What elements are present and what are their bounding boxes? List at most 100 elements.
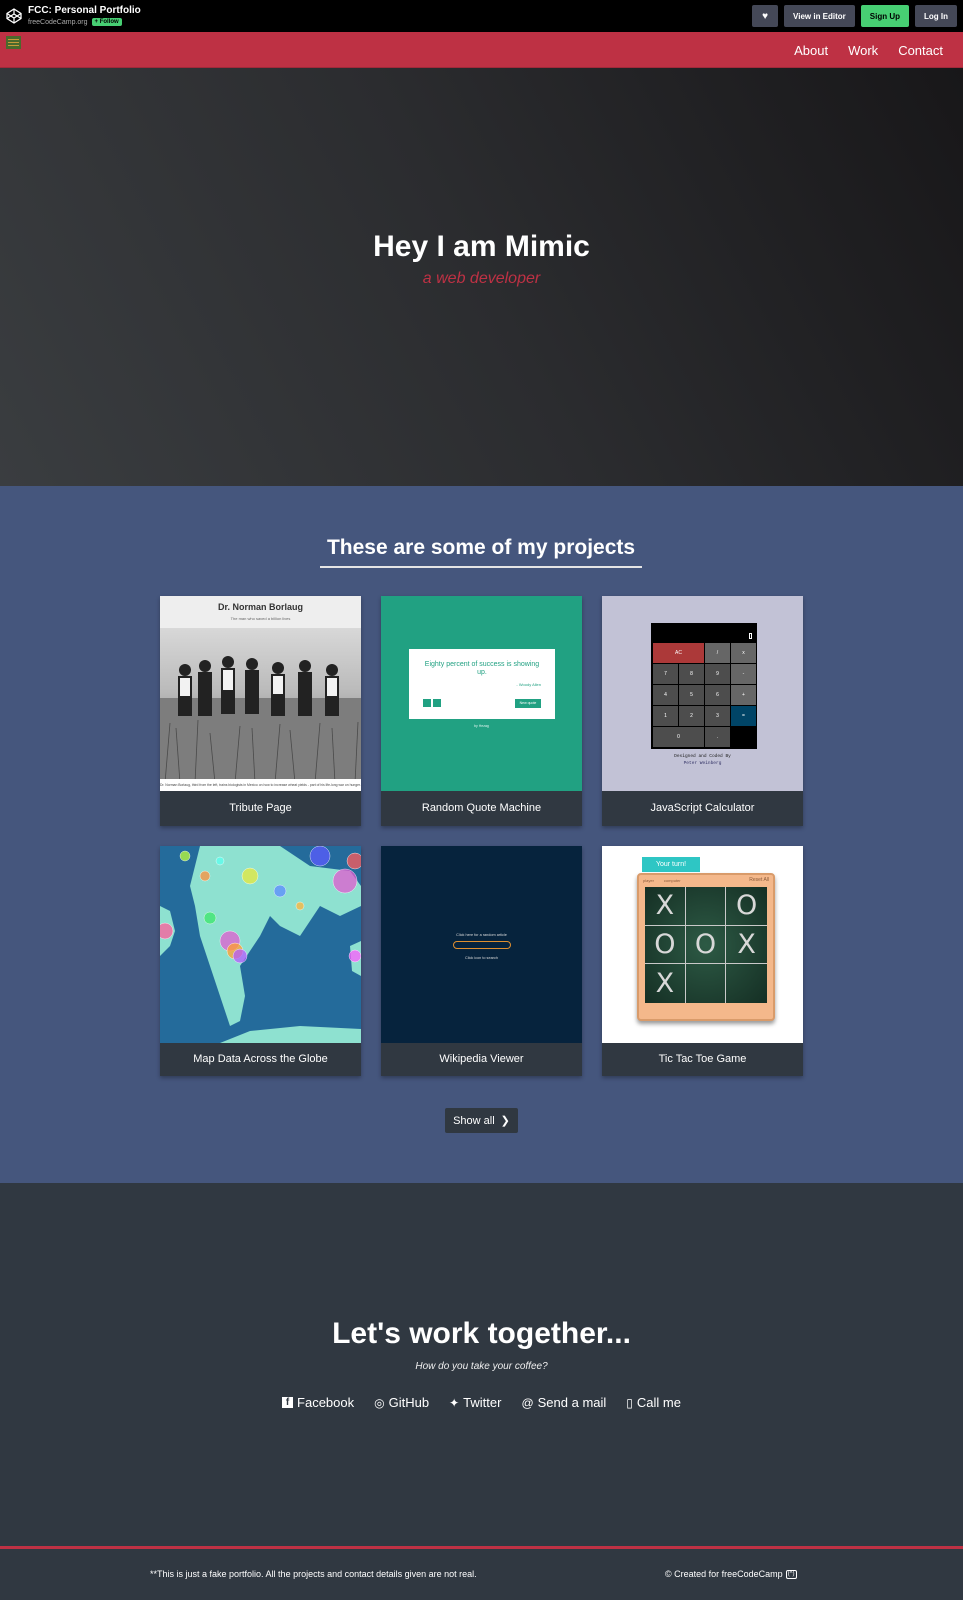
projects-section: These are some of my projects Dr. Norman… (0, 486, 963, 1183)
sign-up-button[interactable]: Sign Up (860, 5, 909, 27)
chevron-right-icon: ❯ (500, 1115, 510, 1127)
project-tile-quote[interactable]: Eighty percent of success is showing up.… (381, 596, 582, 826)
mobile-phone-icon: ▯ (626, 1395, 633, 1410)
ttt-cell: X (645, 964, 686, 1003)
footer: **This is just a fake portfolio. All the… (0, 1546, 963, 1600)
phone-link[interactable]: ▯ Call me (626, 1395, 681, 1410)
calc-key: 2 (679, 706, 704, 726)
project-tile-tictactoe[interactable]: Your turn! player computer Reset All XOO… (602, 846, 803, 1076)
nav-link-work[interactable]: Work (848, 43, 878, 58)
calc-key: 6 (705, 685, 730, 705)
calc-credit-author: Peter Weinberg (683, 761, 722, 766)
project-thumbnail: Eighty percent of success is showing up.… (381, 596, 582, 791)
tumblr-icon (433, 699, 441, 707)
project-thumbnail: Click here for a random article Click ic… (381, 846, 582, 1043)
ttt-cell: X (726, 926, 767, 965)
calc-key: 9 (705, 664, 730, 684)
tweet-icon (423, 699, 431, 707)
follow-button[interactable]: + Follow (91, 18, 122, 26)
ttt-cell (685, 887, 727, 926)
hero-tagline: a web developer (422, 270, 541, 287)
ttt-computer-label: computer (663, 877, 681, 883)
project-thumbnail (160, 846, 361, 1043)
ttt-cell: O (685, 925, 727, 965)
calc-key: x (731, 643, 756, 663)
wiki-search-field (453, 941, 511, 949)
twitter-link[interactable]: ✦ Twitter (449, 1395, 501, 1410)
project-tile-map[interactable]: Map Data Across the Globe (160, 846, 361, 1076)
codepen-logo-icon[interactable] (6, 8, 22, 24)
project-title: Tic Tac Toe Game (658, 1053, 747, 1065)
new-quote-button: New quote (515, 699, 541, 708)
project-title: Map Data Across the Globe (193, 1053, 328, 1065)
hamburger-menu-icon[interactable] (6, 36, 21, 49)
world-map (160, 846, 361, 1043)
heart-button[interactable]: ♥ (752, 5, 779, 27)
wiki-search-hint: Click icon to search (465, 956, 498, 960)
email-link[interactable]: @ Send a mail (521, 1395, 606, 1410)
quote-by: by Hezag (474, 724, 489, 728)
calc-key: 7 (653, 664, 678, 684)
calc-key: 4 (653, 685, 678, 705)
freecodecamp-icon[interactable]: (^) (785, 1569, 797, 1579)
ttt-reset: Reset All (749, 877, 769, 883)
calc-key: 0 (653, 727, 704, 747)
ttt-turn-banner: Your turn! (642, 857, 700, 872)
calc-key: - (731, 664, 756, 684)
calc-key: / (705, 643, 730, 663)
ttt-cell: X (645, 887, 686, 926)
calc-key: = (731, 706, 756, 726)
log-in-button[interactable]: Log In (915, 5, 957, 27)
project-title: Wikipedia Viewer (439, 1053, 524, 1065)
calc-key: 5 (679, 685, 704, 705)
wiki-random-link: Click here for a random article (456, 933, 507, 937)
project-tile-calculator[interactable]: AC / x 7 8 9- 4 5 6 +1 2 3 = 0. Designed and Coded By… (602, 596, 803, 826)
calc-key: 3 (705, 706, 730, 726)
contact-subheading: How do you take your coffee? (415, 1361, 548, 1372)
github-link[interactable]: ◎ GitHub (374, 1395, 429, 1410)
pen-title: FCC: Personal Portfolio (28, 5, 141, 16)
at-icon: @ (521, 1395, 534, 1410)
thumb-subheading: The man who saved a billion lives (230, 616, 291, 621)
show-all-button[interactable]: Show all ❯ (445, 1108, 518, 1133)
show-all-label: Show all (453, 1114, 495, 1127)
nav-link-contact[interactable]: Contact (898, 43, 943, 58)
pen-author[interactable]: freeCodeCamp.org (28, 19, 88, 26)
tribute-photo (160, 628, 361, 783)
twitter-icon: ✦ (449, 1395, 460, 1410)
project-title: Tribute Page (229, 802, 292, 814)
view-in-editor-button[interactable]: View in Editor (784, 5, 855, 27)
welcome-section: Hey I am Mimic a web developer (0, 68, 963, 486)
thumb-caption: Dr. Norman Borlaug, third from the left,… (160, 783, 361, 791)
project-title: JavaScript Calculator (650, 802, 755, 814)
project-title: Random Quote Machine (421, 802, 542, 814)
codepen-bar: FCC: Personal Portfolio freeCodeCamp.org… (0, 0, 963, 32)
footer-disclaimer: **This is just a fake portfolio. All the… (150, 1569, 477, 1579)
ttt-cell (726, 964, 767, 1003)
calc-key: 1 (653, 706, 678, 726)
calc-key: . (705, 727, 730, 747)
project-thumbnail: AC / x 7 8 9- 4 5 6 +1 2 3 = 0. Designed and Coded By… (602, 596, 803, 791)
navbar: About Work Contact (0, 32, 963, 68)
projects-heading: These are some of my projects (320, 536, 642, 568)
ttt-cell: O (645, 925, 686, 965)
contact-section: Let's work together... How do you take y… (0, 1183, 963, 1546)
ttt-cell (686, 964, 727, 1003)
quote-text: Eighty percent of success is showing up. (424, 661, 540, 677)
facebook-link[interactable]: f Facebook (282, 1395, 354, 1410)
calc-key: 8 (679, 664, 704, 684)
ttt-cell: O (726, 887, 767, 926)
ttt-player-label: player (643, 877, 654, 883)
github-icon: ◎ (374, 1395, 385, 1410)
nav-link-about[interactable]: About (794, 43, 828, 58)
calc-credit: Designed and Coded By (674, 754, 731, 759)
calculator: AC / x 7 8 9- 4 5 6 +1 2 3 = 0. (651, 623, 757, 749)
project-thumbnail: Dr. Norman Borlaug The man who saved a b… (160, 596, 361, 791)
project-tile-tribute[interactable]: Dr. Norman Borlaug The man who saved a b… (160, 596, 361, 826)
hero-title: Hey I am Mimic (373, 230, 590, 263)
calc-key: AC (653, 643, 704, 663)
project-tile-wikipedia[interactable]: Click here for a random article Click ic… (381, 846, 582, 1076)
footer-credit: © Created for freeCodeCamp (^) (665, 1569, 797, 1579)
ttt-board: XOOOXX (645, 887, 767, 1003)
thumb-heading: Dr. Norman Borlaug (217, 602, 303, 612)
